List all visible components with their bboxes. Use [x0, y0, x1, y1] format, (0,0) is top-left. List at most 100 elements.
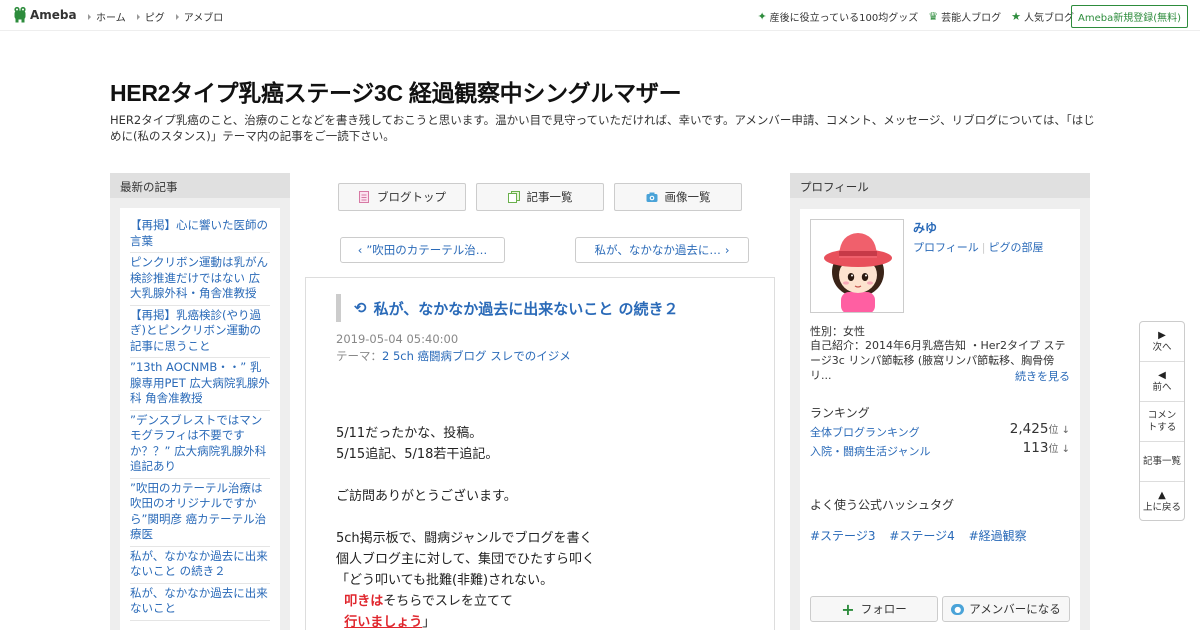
nav-item-ameblo[interactable]: アメブロ [175, 9, 224, 24]
blog-top-button[interactable]: ブログトップ [338, 183, 466, 211]
entry-list-float-button[interactable]: 記事一覧 [1140, 442, 1184, 482]
floating-nav: ▶ 次へ ◀ 前へ コメントする 記事一覧 ▲ 上に戻る [1139, 321, 1185, 521]
profile-links: プロフィール | ピグの部屋 [913, 239, 1044, 255]
recent-entry-link[interactable]: 【再掲】乳癌検診(やり過ぎ)とピンクリボン運動の記事に思うこと [130, 306, 270, 358]
follow-button[interactable]: + フォロー [810, 596, 938, 622]
ranking-link[interactable]: 全体ブログランキング [810, 426, 920, 439]
hashtag-list: #ステージ3 #ステージ4 #経過観察 [810, 527, 1037, 544]
prev-entry-label: ”吹田のカテーテル治… [366, 243, 488, 257]
next-entry-button[interactable]: 私が、なかなか過去に… › [575, 237, 749, 263]
profile-panel: みゆ プロフィール | ピグの部屋 性別：女性 自己紹介：2014年6月乳癌告知 ・… [800, 209, 1080, 630]
amember-button[interactable]: ● アメンバーになる [942, 596, 1070, 622]
triangle-icon [175, 13, 179, 20]
logo-text: Ameba [30, 7, 77, 22]
body-line: ご訪問ありがとうございます。 [336, 489, 517, 504]
body-line: 行いましょう」 [336, 612, 595, 630]
plus-icon: + [841, 599, 855, 619]
body-line: 5ch掲示板で、闘病ジャンルでブログを書く [336, 531, 593, 546]
prev-entry-button[interactable]: ‹ ”吹田のカテーテル治… [340, 237, 505, 263]
body-line: 5/15追記、5/18若干追記。 [336, 447, 499, 462]
ameba-logo[interactable]: Ameba [13, 6, 77, 23]
read-more-link[interactable]: 続きを見る [1015, 368, 1070, 384]
frog-icon [14, 6, 26, 23]
ranking-value: 113位 ↓ [1023, 440, 1070, 456]
link-label: 芸能人ブログ [941, 13, 1002, 24]
theme-link[interactable]: 2 5ch 癌闘病ブログ スレでのイジメ [382, 349, 571, 363]
separator: | [981, 241, 986, 254]
back-to-top-button[interactable]: ▲ 上に戻る [1140, 482, 1184, 522]
recent-entry-link[interactable]: 私が、なかなか過去に出来ないこと の続き２ [130, 547, 270, 584]
nav-item-pigg[interactable]: ピグ [136, 9, 165, 24]
profile-gender: 性別：女性 [810, 325, 865, 338]
hashtag-link[interactable]: #経過観察 [969, 529, 1027, 543]
recent-entry-link[interactable]: 私が、なかなか過去に出来ないこと [130, 584, 270, 621]
recent-entry-link[interactable]: ”吹田のカテーテル治療は吹田のオリジナルですから”関明彦 癌カテーテル治療医 [130, 479, 270, 547]
hashtag-link[interactable]: #ステージ4 [889, 529, 954, 543]
image-list-button[interactable]: 画像一覧 [614, 183, 742, 211]
recent-entries-sidebar: 最新の記事 【再掲】心に響いた医師の言葉 ピンクリボン運動は乳がん検診推進だけで… [110, 173, 290, 630]
body-text: そちらでスレを立てて [383, 594, 513, 609]
recent-entry-link[interactable]: ピンクリボン運動は乳がん検診推進だけではない 広大乳腺外科・角舎准教授 [130, 253, 270, 306]
prev-label: 前へ [1152, 381, 1172, 393]
back-to-top-label: 上に戻る [1142, 502, 1181, 513]
avatar[interactable] [810, 219, 904, 313]
link-label: 産後に役立っている100均グッズ [769, 13, 919, 24]
entry-list-button[interactable]: 記事一覧 [476, 183, 604, 211]
next-label: 次へ [1152, 341, 1172, 353]
pages-icon [507, 191, 520, 203]
body-text: 」 [422, 615, 436, 630]
comment-label: コメントする [1147, 409, 1177, 433]
emphasis-text: 叩きは [344, 594, 384, 609]
emphasis-underline-text: 行いましょう [344, 615, 423, 630]
profile-link[interactable]: プロフィール [913, 241, 979, 254]
global-nav: ホーム ピグ アメブロ [88, 9, 234, 24]
triangle-icon [136, 13, 140, 20]
body-line [336, 465, 595, 486]
next-entry-label: 私が、なかなか過去に… [594, 243, 721, 257]
ranking-value: 2,425位 ↓ [1010, 421, 1070, 437]
celebrity-blog-link[interactable]: ♛ 芸能人ブログ [928, 9, 1001, 24]
signup-button[interactable]: Ameba新規登録(無料) [1070, 5, 1188, 28]
popular-blog-link[interactable]: ★ 人気ブログ [1011, 9, 1074, 24]
pigg-room-link[interactable]: ピグの部屋 [989, 241, 1044, 254]
ranking-heading: ランキング [810, 406, 870, 420]
recent-entries-heading: 最新の記事 [110, 173, 290, 198]
speech-bubble-icon: ● [951, 603, 965, 615]
hashtag-link[interactable]: #ステージ3 [810, 529, 875, 543]
ranking-unit: 位 ↓ [1048, 444, 1070, 455]
link-label: 人気ブログ [1024, 13, 1074, 24]
recent-entry-link[interactable]: ”13th AOCNMB・・” 乳腺専用PET 広大病院乳腺外科 角舎准教授 [130, 358, 270, 411]
body-line [336, 507, 595, 528]
blog-top-label: ブログトップ [377, 190, 446, 204]
ranking-row: 全体ブログランキング 2,425位 ↓ [810, 421, 1070, 440]
nav-label: ピグ [144, 13, 165, 24]
profile-heading: プロフィール [790, 173, 1090, 198]
comment-button[interactable]: コメントする [1140, 402, 1184, 442]
entry-date: 2019-05-04 05:40:00 [336, 332, 459, 346]
play-icon: ▶ [1158, 329, 1166, 341]
follow-label: フォロー [860, 602, 907, 616]
trend-link[interactable]: ✦ 産後に役立っている100均グッズ [757, 9, 918, 24]
recent-entry-link[interactable]: 【再掲】心に響いた医師の言葉 [130, 216, 270, 253]
nav-label: アメブロ [183, 13, 224, 24]
blog-description: HER2タイプ乳癌のこと、治療のことなどを書き残しておこうと思います。温かい目で… [110, 113, 1095, 143]
ranking-unit: 位 ↓ [1048, 425, 1070, 436]
ranking-link[interactable]: 入院・闘病生活ジャンル [810, 445, 930, 458]
amember-label: アメンバーになる [969, 602, 1061, 616]
recent-entry-link[interactable]: ”デンスブレストではマンモグラフィは不要ですか？？” 広大病院乳腺外科追記あり [130, 411, 270, 479]
body-line: 「どう叩いても批難(非難)されない。 [336, 573, 554, 588]
profile-name[interactable]: みゆ [913, 219, 937, 236]
nav-item-home[interactable]: ホーム [88, 9, 126, 24]
next-button[interactable]: ▶ 次へ [1140, 322, 1184, 362]
recent-entries-list: 【再掲】心に響いた医師の言葉 ピンクリボン運動は乳がん検診推進だけではない 広大… [120, 208, 280, 630]
blog-title[interactable]: HER2タイプ乳癌ステージ3C 経過観察中シングルマザー [110, 74, 682, 108]
entry-list-float-label: 記事一覧 [1142, 455, 1181, 467]
chevron-left-icon: ‹ [357, 243, 363, 257]
crown-icon: ♛ [928, 10, 939, 23]
chevron-right-icon: › [724, 243, 730, 257]
profile-sidebar: プロフィール みゆ プロフィール | ピグの部屋 性別：女性 自己紹介：2014… [790, 173, 1090, 630]
star-icon: ★ [1011, 10, 1021, 23]
entry-title[interactable]: ⟲ 私が、なかなか過去に出来ないこと の続き２ [336, 294, 756, 322]
body-line: 叩きはそちらでスレを立てて [336, 591, 595, 612]
prev-button[interactable]: ◀ 前へ [1140, 362, 1184, 402]
